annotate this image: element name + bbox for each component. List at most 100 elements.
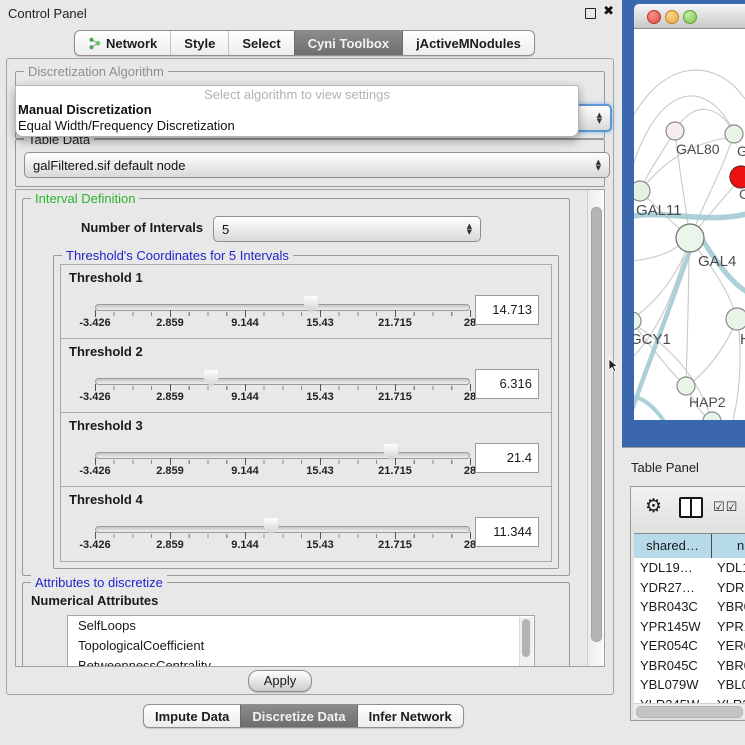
cell-name[interactable]: YDR2: [712, 578, 745, 598]
close-icon[interactable]: ✖: [603, 4, 614, 19]
table-horizontal-scrollbar[interactable]: [634, 703, 745, 718]
cell-shared-name[interactable]: YER054C: [634, 636, 712, 656]
table-row[interactable]: YDR27…YDR2: [634, 578, 745, 598]
threshold-1-value-field[interactable]: 14.713: [475, 295, 539, 325]
tick-label: 21.715: [378, 317, 412, 329]
table-row[interactable]: YDL19…YDL1: [634, 558, 745, 578]
list-item[interactable]: TopologicalCoefficient: [68, 636, 534, 656]
cell-shared-name[interactable]: YBL079W: [634, 675, 712, 695]
cell-name[interactable]: YBR0: [712, 597, 745, 617]
network-window-titlebar[interactable]: [634, 4, 745, 29]
tick-label: 9.144: [231, 465, 259, 477]
table-data-group: Table Data galFiltered.sif default node …: [15, 139, 605, 187]
table-row[interactable]: YPR145WYPR1: [634, 617, 745, 637]
table-header-row: shared… n: [634, 533, 745, 559]
threshold-3-label: Threshold 3: [69, 418, 143, 433]
cell-name[interactable]: YBR0: [712, 656, 745, 676]
tick-label: 9.144: [231, 317, 259, 329]
columns-icon[interactable]: [679, 497, 703, 518]
list-item[interactable]: SelfLoops: [68, 616, 534, 636]
gear-icon[interactable]: ⚙: [645, 495, 662, 517]
cell-name[interactable]: YPR1: [712, 617, 745, 637]
slider-major-ticks: [95, 458, 471, 465]
minimize-traffic-light-icon[interactable]: [665, 10, 679, 24]
tab-select-label: Select: [242, 36, 280, 51]
tick-label: -3.426: [79, 317, 110, 329]
table-row[interactable]: YER054CYER0: [634, 636, 745, 656]
threshold-2-value-field[interactable]: 6.316: [475, 369, 539, 399]
network-canvas[interactable]: GAL80 GA C GAL11 GAL4 GCY1 H HAP2: [634, 29, 745, 420]
node-bottom[interactable]: [703, 412, 721, 420]
tick-label: 9.144: [231, 539, 259, 551]
threshold-row-2: Threshold 2 -3.426 2.859 9.144 15.43 21.…: [60, 338, 552, 414]
cell-shared-name[interactable]: YDR27…: [634, 578, 712, 598]
cell-shared-name[interactable]: YDL19…: [634, 558, 712, 578]
table-body: YDL19…YDL1 YDR27…YDR2 YBR043CYBR0 YPR145…: [634, 558, 745, 703]
algorithm-item-manual[interactable]: Manual Discretization: [16, 102, 578, 118]
list-item[interactable]: BetweennessCentrality: [68, 656, 534, 667]
apply-button[interactable]: Apply: [248, 670, 312, 692]
table-row[interactable]: YBR045CYBR0: [634, 656, 745, 676]
zoom-traffic-light-icon[interactable]: [683, 10, 697, 24]
scrollbar-thumb[interactable]: [591, 207, 602, 642]
tab-impute-data[interactable]: Impute Data: [144, 705, 240, 727]
tick-label: 21.715: [378, 465, 412, 477]
tab-select[interactable]: Select: [228, 31, 293, 55]
cell-shared-name[interactable]: YLR345W: [634, 695, 712, 704]
number-of-intervals-combobox[interactable]: 5 ▲▼: [213, 216, 481, 242]
network-view-window: GAL80 GA C GAL11 GAL4 GCY1 H HAP2: [622, 0, 745, 447]
cell-shared-name[interactable]: YBR043C: [634, 597, 712, 617]
tab-network[interactable]: Network: [75, 31, 170, 55]
scrollbar-thumb[interactable]: [636, 706, 743, 718]
tick-label: 15.43: [306, 317, 334, 329]
cell-name[interactable]: YDL1: [712, 558, 745, 578]
tab-style[interactable]: Style: [170, 31, 228, 55]
numerical-attributes-label: Numerical Attributes: [31, 593, 158, 608]
table-panel-titlebar: Table Panel: [622, 447, 745, 485]
column-header-shared-name[interactable]: shared…: [634, 534, 712, 558]
tab-cyni-toolbox[interactable]: Cyni Toolbox: [294, 31, 402, 55]
table-row[interactable]: YBR043CYBR0: [634, 597, 745, 617]
thresholds-group-title: Threshold's Coordinates for 5 Intervals: [62, 248, 293, 263]
network-icon: [88, 37, 101, 50]
tab-discretize-data[interactable]: Discretize Data: [240, 705, 356, 727]
node-hap2[interactable]: [677, 377, 695, 395]
tick-label: 15.43: [306, 465, 334, 477]
node-h[interactable]: [726, 308, 745, 330]
bottom-tab-strip: Impute Data Discretize Data Infer Networ…: [143, 704, 464, 728]
algorithm-item-equal-width[interactable]: Equal Width/Frequency Discretization: [16, 118, 578, 134]
tab-infer-network-label: Infer Network: [369, 709, 452, 724]
node-gal11[interactable]: [634, 181, 650, 201]
table-row[interactable]: YLR345WYLR3: [634, 695, 745, 704]
node-gal80[interactable]: [666, 122, 684, 140]
column-header-name[interactable]: n: [712, 534, 745, 558]
cell-name[interactable]: YLR3: [712, 695, 745, 704]
table-row[interactable]: YBL079WYBL0: [634, 675, 745, 695]
cell-name[interactable]: YBL0: [712, 675, 745, 695]
tab-jactivemnodules-label: jActiveMNodules: [416, 36, 521, 51]
node-top-right[interactable]: [725, 125, 743, 143]
algorithm-dropdown-popup: Select algorithm to view settings Manual…: [15, 85, 579, 137]
threshold-3-value-field[interactable]: 21.4: [475, 443, 539, 473]
cell-shared-name[interactable]: YBR045C: [634, 656, 712, 676]
settings-scrollbar[interactable]: [587, 190, 604, 666]
node-red-selected[interactable]: [730, 166, 745, 188]
tab-jactivemnodules[interactable]: jActiveMNodules: [402, 31, 534, 55]
tick-label: 2.859: [156, 539, 184, 551]
cell-name[interactable]: YER0: [712, 636, 745, 656]
cell-shared-name[interactable]: YPR145W: [634, 617, 712, 637]
tab-infer-network[interactable]: Infer Network: [357, 705, 463, 727]
tick-label: 15.43: [306, 391, 334, 403]
float-window-icon[interactable]: [585, 8, 596, 19]
node-gal4[interactable]: [676, 224, 704, 252]
table-data-combobox[interactable]: galFiltered.sif default node ▲▼: [24, 152, 610, 178]
close-traffic-light-icon[interactable]: [647, 10, 661, 24]
node-gcy1[interactable]: [634, 312, 641, 330]
tab-style-label: Style: [184, 36, 215, 51]
select-columns-icon[interactable]: ☑☑: [713, 500, 738, 515]
attributes-list-scrollbar[interactable]: [519, 617, 533, 667]
table-panel-title: Table Panel: [631, 460, 699, 475]
threshold-4-value-field[interactable]: 11.344: [475, 517, 539, 547]
combo-arrows-icon: ▲▼: [596, 159, 601, 171]
slider-major-ticks: [95, 532, 471, 539]
